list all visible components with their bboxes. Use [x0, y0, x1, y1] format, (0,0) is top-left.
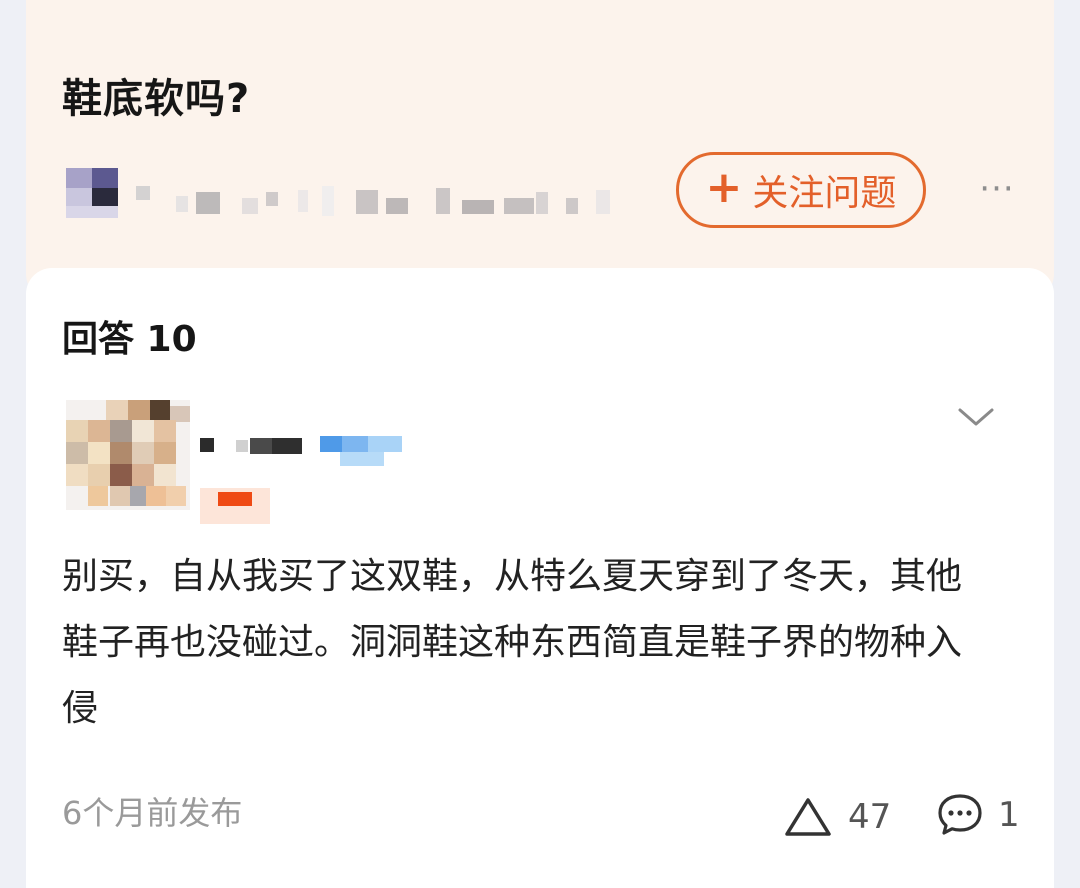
collapse-answer-button[interactable] [954, 402, 998, 432]
comment-button[interactable]: 1 [936, 790, 1020, 840]
follow-question-button[interactable]: + 关注问题 [676, 152, 926, 228]
more-options-button[interactable]: ··· [974, 166, 1020, 212]
comment-bubble-icon [938, 794, 982, 835]
more-horizontal-icon: ··· [979, 169, 1015, 209]
answers-count-heading: 回答 10 [62, 319, 197, 360]
question-card: 鞋底软吗? + 关注问题 ··· [26, 0, 1054, 300]
avatar[interactable] [66, 400, 190, 510]
answer-body: 别买，自从我买了这双鞋，从特么夏天穿到了冬天，其他鞋子再也没碰过。洞洞鞋这种东西… [62, 556, 963, 729]
user-badge [200, 488, 270, 524]
plus-icon: + [705, 162, 743, 213]
upvote-button[interactable]: 47 [782, 792, 891, 842]
username-blurred[interactable] [200, 436, 420, 472]
question-title: 鞋底软吗? [62, 76, 251, 122]
upvote-triangle-icon [785, 798, 831, 836]
asker-info-blurred[interactable] [66, 168, 666, 220]
comment-count: 1 [998, 795, 1020, 835]
chevron-down-icon [958, 408, 994, 426]
post-time: 6个月前发布 [62, 794, 243, 832]
upvote-count: 47 [848, 797, 892, 837]
follow-question-label: 关注问题 [752, 173, 897, 214]
answers-card: 回答 10 别买，自从我买了这双鞋，从特么夏天穿到了冬天，其他鞋子再也没碰过。洞… [26, 268, 1054, 888]
